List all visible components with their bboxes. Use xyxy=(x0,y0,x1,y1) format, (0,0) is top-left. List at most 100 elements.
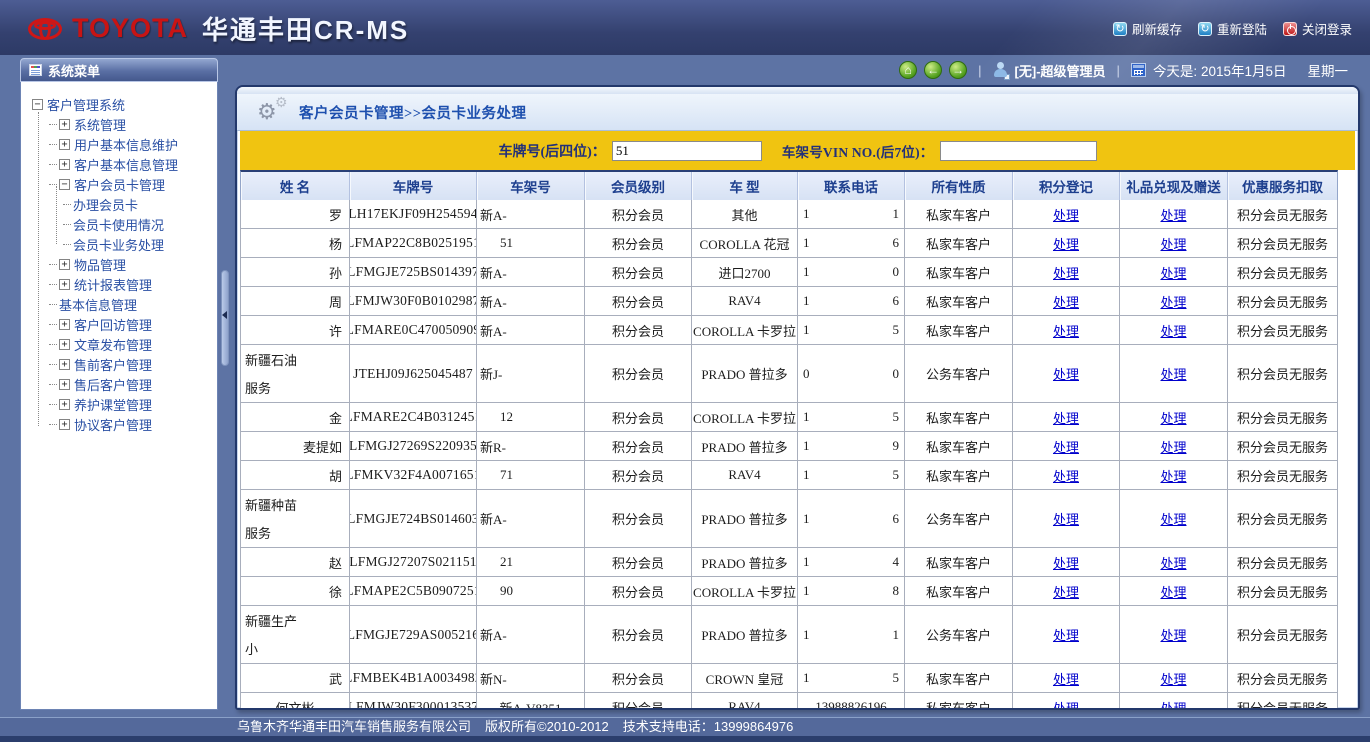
expand-icon[interactable]: + xyxy=(59,339,70,350)
tree-item[interactable]: +用户基本信息维护 xyxy=(21,134,217,154)
points-process-link[interactable]: 处理 xyxy=(1053,582,1079,601)
collapse-icon[interactable]: − xyxy=(32,99,43,110)
phone-right-digit: 5 xyxy=(893,670,900,686)
gift-process-link[interactable]: 处理 xyxy=(1160,625,1186,644)
tree-item[interactable]: +养护课堂管理 xyxy=(21,394,217,414)
tree-connector xyxy=(49,184,57,185)
points-process-link[interactable]: 处理 xyxy=(1053,321,1079,340)
gift-process-link[interactable]: 处理 xyxy=(1160,234,1186,253)
expand-icon[interactable]: + xyxy=(59,319,70,330)
car-model-cell: PRADO 普拉多 xyxy=(692,490,798,548)
phone-value: 13988826196 xyxy=(815,699,887,708)
sidebar-splitter[interactable] xyxy=(218,58,232,710)
gift-process-link[interactable]: 处理 xyxy=(1160,466,1186,485)
expand-icon[interactable]: + xyxy=(59,159,70,170)
tree-item[interactable]: 基本信息管理 xyxy=(21,294,217,314)
expand-icon[interactable]: + xyxy=(59,379,70,390)
points-process-link[interactable]: 处理 xyxy=(1053,509,1079,528)
collapse-icon[interactable]: − xyxy=(59,179,70,190)
name-line: 服务 xyxy=(245,523,271,542)
back-icon[interactable]: ← xyxy=(924,61,942,79)
tree-item[interactable]: −客户会员卡管理 xyxy=(21,174,217,194)
expand-icon[interactable]: + xyxy=(59,359,70,370)
name-cell: 何文彬 xyxy=(241,693,350,708)
tree-connector xyxy=(49,364,57,365)
calendar-icon xyxy=(1131,63,1146,77)
points-process-link[interactable]: 处理 xyxy=(1053,292,1079,311)
tree-item[interactable]: −客户管理系统 xyxy=(21,94,217,114)
phone-cell: 18 xyxy=(798,577,905,606)
gift-process-link[interactable]: 处理 xyxy=(1160,582,1186,601)
tree-item[interactable]: 会员卡业务处理 xyxy=(21,234,217,254)
tree-item[interactable]: 办理会员卡 xyxy=(21,194,217,214)
phone-right-digit: 0 xyxy=(893,366,900,382)
car-model-cell: COROLLA 花冠 xyxy=(692,229,798,258)
gift-process-link[interactable]: 处理 xyxy=(1160,292,1186,311)
phone-cell: 11 xyxy=(798,606,905,664)
points-process-link[interactable]: 处理 xyxy=(1053,625,1079,644)
tree-item[interactable]: +售前客户管理 xyxy=(21,354,217,374)
tree-item[interactable]: +客户回访管理 xyxy=(21,314,217,334)
gift-process-link[interactable]: 处理 xyxy=(1160,364,1186,383)
tree-item[interactable]: +系统管理 xyxy=(21,114,217,134)
expand-icon[interactable]: + xyxy=(59,139,70,150)
points-process-link[interactable]: 处理 xyxy=(1053,205,1079,224)
expand-icon[interactable]: + xyxy=(59,419,70,430)
tree-item[interactable]: +统计报表管理 xyxy=(21,274,217,294)
vin-cell: LH17EKJF09H254594 xyxy=(350,200,477,229)
phone-right-digit: 6 xyxy=(893,293,900,309)
name-line: 罗 xyxy=(329,205,342,224)
expand-icon[interactable]: + xyxy=(59,279,70,290)
owner-type-cell: 私家车客户 xyxy=(905,693,1013,708)
points-process-link[interactable]: 处理 xyxy=(1053,364,1079,383)
points-process-link[interactable]: 处理 xyxy=(1053,466,1079,485)
points-process-link[interactable]: 处理 xyxy=(1053,669,1079,688)
points-process-link[interactable]: 处理 xyxy=(1053,553,1079,572)
gift-process-link[interactable]: 处理 xyxy=(1160,509,1186,528)
gift-process-link[interactable]: 处理 xyxy=(1160,263,1186,282)
gift-process-link[interactable]: 处理 xyxy=(1160,698,1186,709)
vin-search-input[interactable] xyxy=(940,141,1097,161)
forward-icon[interactable]: → xyxy=(949,61,967,79)
car-model-cell: PRADO 普拉多 xyxy=(692,606,798,664)
gift-cell: 处理 xyxy=(1120,664,1228,693)
points-process-link[interactable]: 处理 xyxy=(1053,408,1079,427)
gift-process-link[interactable]: 处理 xyxy=(1160,408,1186,427)
vin-cell: LFMARE2C4B0312451 xyxy=(350,403,477,432)
gift-process-link[interactable]: 处理 xyxy=(1160,205,1186,224)
tree-item[interactable]: +售后客户管理 xyxy=(21,374,217,394)
expand-icon[interactable]: + xyxy=(59,259,70,270)
expand-icon[interactable]: + xyxy=(59,119,70,130)
gift-cell: 处理 xyxy=(1120,432,1228,461)
expand-icon[interactable]: + xyxy=(59,399,70,410)
plate-search-input[interactable] xyxy=(612,141,762,161)
name-cell: 罗 xyxy=(241,200,350,229)
tree-item[interactable]: +文章发布管理 xyxy=(21,334,217,354)
member-level-cell: 积分会员 xyxy=(585,200,692,229)
name-line: 孙 xyxy=(329,263,342,282)
home-icon[interactable]: ⌂ xyxy=(899,61,917,79)
gift-process-link[interactable]: 处理 xyxy=(1160,669,1186,688)
service-cell: 积分会员无服务 xyxy=(1228,200,1337,229)
tree-item[interactable]: + 物品管理 xyxy=(21,254,217,274)
gift-process-link[interactable]: 处理 xyxy=(1160,321,1186,340)
refresh-cache-icon: ↻ xyxy=(1113,22,1127,36)
tree-item[interactable]: 会员卡使用情况 xyxy=(21,214,217,234)
gift-process-link[interactable]: 处理 xyxy=(1160,437,1186,456)
header-action-refresh[interactable]: ↻重新登陆 xyxy=(1198,19,1267,38)
points-cell: 处理 xyxy=(1013,229,1120,258)
points-process-link[interactable]: 处理 xyxy=(1053,263,1079,282)
header-action-logout[interactable]: 关闭登录 xyxy=(1283,19,1352,38)
collapse-sidebar-icon[interactable] xyxy=(222,311,227,319)
table-row: 胡LFMKV32F4A007165171积分会员RAV415私家车客户处理处理积… xyxy=(241,461,1337,490)
tree-item-label: 物品管理 xyxy=(74,255,126,274)
tree-item[interactable]: +协议客户管理 xyxy=(21,414,217,434)
points-process-link[interactable]: 处理 xyxy=(1053,437,1079,456)
tree-item[interactable]: +客户基本信息管理 xyxy=(21,154,217,174)
header-action-refresh[interactable]: ↻刷新缓存 xyxy=(1113,19,1182,38)
column-header: 车牌号 xyxy=(350,172,477,200)
service-cell: 积分会员无服务 xyxy=(1228,316,1337,345)
points-process-link[interactable]: 处理 xyxy=(1053,234,1079,253)
gift-process-link[interactable]: 处理 xyxy=(1160,553,1186,572)
points-process-link[interactable]: 处理 xyxy=(1053,698,1079,709)
